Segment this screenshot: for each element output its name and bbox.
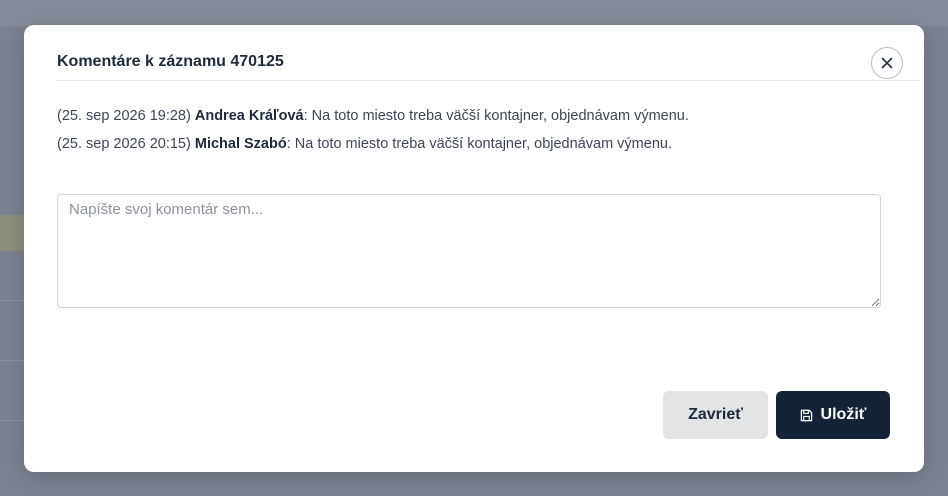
comment-text: : Na toto miesto treba väčší kontajner, … [286, 136, 672, 152]
background-divider [0, 360, 24, 361]
comment-input[interactable] [57, 194, 881, 308]
modal-title: Komentáre k záznamu 470125 [57, 53, 284, 70]
comment-item: (25. sep 2026 19:28) Andrea Kráľová: Na … [57, 102, 897, 130]
comment-timestamp: (25. sep 2026 20:15) [57, 136, 191, 152]
background-divider [0, 420, 24, 421]
comment-item: (25. sep 2026 20:15) Michal Szabó: Na to… [57, 130, 897, 158]
comment-text: : Na toto miesto treba väčší kontajner, … [303, 108, 689, 124]
background-header [0, 0, 948, 26]
close-button[interactable] [871, 47, 903, 79]
comment-author: Michal Szabó [194, 136, 287, 152]
close-icon [881, 57, 893, 69]
comment-author: Andrea Kráľová [194, 108, 304, 124]
comments-modal: Komentáre k záznamu 470125 (25. sep 2026… [24, 25, 924, 472]
modal-header: Komentáre k záznamu 470125 [57, 45, 920, 81]
close-modal-button[interactable]: Zavrieť [663, 391, 768, 439]
background-divider [0, 300, 24, 301]
comment-timestamp: (25. sep 2026 19:28) [57, 108, 191, 124]
comment-list: (25. sep 2026 19:28) Andrea Kráľová: Na … [57, 102, 897, 158]
save-button-label: Uložiť [820, 406, 867, 423]
background-accent [0, 215, 24, 251]
save-button[interactable]: Uložiť [776, 391, 890, 439]
floppy-disk-icon [800, 409, 813, 422]
